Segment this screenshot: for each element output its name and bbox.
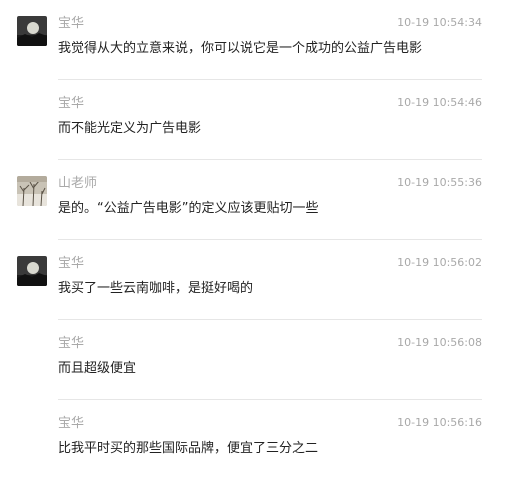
snowy-tree-avatar-icon — [17, 176, 47, 206]
sender-name: 山老师 — [58, 176, 98, 191]
chat-message: 宝华 10-19 10:54:46 而不能光定义为广告电影 — [0, 80, 510, 160]
message-timestamp: 10-19 10:55:36 — [397, 176, 482, 189]
dark-landscape-avatar-icon — [17, 256, 47, 286]
chat-message: 宝华 10-19 10:56:16 比我平时买的那些国际品牌，便宜了三分之二 — [0, 400, 510, 480]
sender-name: 宝华 — [58, 96, 85, 111]
sender-name: 宝华 — [58, 336, 85, 351]
sender-name: 宝华 — [58, 416, 85, 431]
chat-message: 宝华 10-19 10:56:02 我买了一些云南咖啡，是挺好喝的 — [0, 240, 510, 320]
sender-name: 宝华 — [58, 256, 85, 271]
chat-message: 宝华 10-19 10:54:34 我觉得从大的立意来说，你可以说它是一个成功的… — [0, 0, 510, 80]
avatar[interactable] — [17, 176, 47, 206]
dark-landscape-avatar-icon — [17, 16, 47, 46]
message-text: 是的。“公益广告电影”的定义应该更贴切一些 — [58, 201, 319, 216]
chat-message-list: 宝华 10-19 10:54:34 我觉得从大的立意来说，你可以说它是一个成功的… — [0, 0, 510, 467]
message-timestamp: 10-19 10:56:08 — [397, 336, 482, 349]
message-text: 比我平时买的那些国际品牌，便宜了三分之二 — [58, 441, 319, 456]
message-timestamp: 10-19 10:54:34 — [397, 16, 482, 29]
message-timestamp: 10-19 10:54:46 — [397, 96, 482, 109]
message-timestamp: 10-19 10:56:16 — [397, 416, 482, 429]
sender-name: 宝华 — [58, 16, 85, 31]
message-text: 而且超级便宜 — [58, 361, 137, 376]
chat-message: 山老师 10-19 10:55:36 是的。“公益广告电影”的定义应该更贴切一些 — [0, 160, 510, 240]
avatar[interactable] — [17, 256, 47, 286]
message-text: 我觉得从大的立意来说，你可以说它是一个成功的公益广告电影 — [58, 41, 423, 56]
message-text: 我买了一些云南咖啡，是挺好喝的 — [58, 281, 254, 296]
avatar[interactable] — [17, 16, 47, 46]
message-text: 而不能光定义为广告电影 — [58, 121, 202, 136]
message-timestamp: 10-19 10:56:02 — [397, 256, 482, 269]
chat-message: 宝华 10-19 10:56:08 而且超级便宜 — [0, 320, 510, 400]
